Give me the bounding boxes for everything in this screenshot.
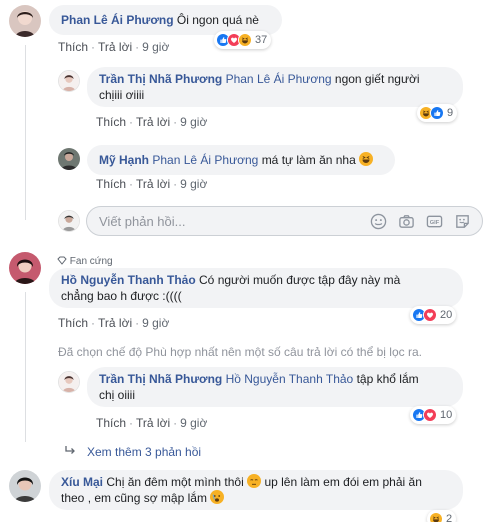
- reply-input-placeholder: Viết phản hồi...: [99, 214, 186, 229]
- haha-icon: [429, 512, 443, 522]
- like-link[interactable]: Thích: [96, 177, 126, 191]
- avatar[interactable]: [9, 470, 41, 502]
- emoji-icon[interactable]: [370, 213, 387, 230]
- avatar[interactable]: [58, 148, 80, 170]
- reply-link[interactable]: Trả lời: [98, 316, 132, 330]
- comment-author[interactable]: Trần Thị Nhã Phương: [99, 72, 222, 86]
- timestamp[interactable]: 9 giờ: [180, 177, 207, 191]
- reply-input[interactable]: Viết phản hồi... GIF: [86, 206, 483, 236]
- reaction-summary[interactable]: 10: [410, 406, 457, 424]
- like-link[interactable]: Thích: [58, 316, 88, 330]
- reply-link[interactable]: Trả lời: [98, 40, 132, 54]
- timestamp[interactable]: 9 giờ: [180, 416, 207, 430]
- timestamp[interactable]: 9 giờ: [180, 115, 207, 129]
- reaction-count: 2: [446, 513, 453, 522]
- filter-note: Đã chọn chế độ Phù hợp nhất nên một số c…: [58, 345, 422, 359]
- avatar[interactable]: [9, 5, 41, 37]
- comment-actions: Thích · Trả lời · 9 giờ: [58, 316, 170, 330]
- like-link[interactable]: Thích: [96, 115, 126, 129]
- mention-tag[interactable]: Phan Lê Ái Phương: [226, 72, 332, 86]
- mention-tag[interactable]: Phan Lê Ái Phương: [152, 153, 258, 167]
- comment-actions: Thích · Trả lời · 9 giờ: [96, 115, 208, 129]
- scared-emoji-icon: [210, 490, 225, 504]
- comment-author[interactable]: Hồ Nguyễn Thanh Thảo: [61, 273, 196, 287]
- comment-bubble: Mỹ Hạnh Phan Lê Ái Phương má tự làm ăn n…: [87, 145, 395, 175]
- love-icon: [423, 308, 437, 322]
- comment-text: Ôi ngon quá nè: [176, 13, 259, 27]
- comment-text: má tự làm ăn nha: [261, 153, 356, 167]
- reaction-count: 37: [255, 34, 268, 46]
- reply-link[interactable]: Trả lời: [136, 416, 170, 430]
- love-icon: [423, 408, 437, 422]
- reaction-summary[interactable]: 20: [410, 306, 457, 324]
- avatar[interactable]: [9, 252, 41, 284]
- haha-icon: [238, 33, 252, 47]
- timestamp[interactable]: 9 giờ: [142, 316, 169, 330]
- comment-text: chịiii ơiiii: [99, 88, 145, 102]
- reply-arrow-icon: [65, 446, 75, 454]
- comment-bubble: Trần Thị Nhã Phương Phan Lê Ái Phương ng…: [87, 67, 463, 107]
- thread-line: [25, 45, 26, 220]
- fan-badge-label: Fan cứng: [69, 256, 113, 267]
- comment-text: up lên làm em đói em phải ăn: [264, 475, 422, 489]
- reply-link[interactable]: Trả lời: [136, 115, 170, 129]
- gif-icon[interactable]: GIF: [426, 213, 443, 230]
- current-user-avatar: [58, 210, 80, 232]
- camera-icon[interactable]: [398, 213, 415, 230]
- timestamp[interactable]: 9 giờ: [142, 40, 169, 54]
- comment-bubble: Hồ Nguyễn Thanh Thảo Có người muốn được …: [49, 268, 463, 308]
- reaction-count: 10: [440, 409, 453, 421]
- comment-text: Có người muốn được tập đây này mà: [199, 273, 401, 287]
- comment-author[interactable]: Trần Thị Nhã Phương: [99, 372, 222, 386]
- comment-actions: Thích · Trả lời · 9 giờ: [96, 177, 208, 191]
- comment-text: chẳng bao h được :((((: [61, 289, 182, 303]
- mention-tag[interactable]: Hồ Nguyễn Thanh Thảo: [226, 372, 354, 386]
- avatar[interactable]: [58, 371, 80, 393]
- rofl-emoji-icon: [359, 152, 374, 166]
- comment-text: chị oiiii: [99, 388, 136, 402]
- comment-text: Chị ăn đêm một mình thôi: [106, 475, 244, 489]
- sticker-icon[interactable]: [454, 213, 471, 230]
- comment-text: tập khổ lắm: [356, 372, 419, 386]
- thread-line: [25, 292, 26, 442]
- like-link[interactable]: Thích: [96, 416, 126, 430]
- reaction-summary[interactable]: 9: [417, 104, 458, 122]
- comment-actions: Thích · Trả lời · 9 giờ: [58, 40, 170, 54]
- pensive-emoji-icon: [247, 474, 262, 488]
- reaction-summary[interactable]: 2: [427, 510, 457, 522]
- comment-author[interactable]: Mỹ Hạnh: [99, 153, 149, 167]
- like-icon: [430, 106, 444, 120]
- comment-author[interactable]: Phan Lê Ái Phương: [61, 13, 174, 27]
- see-more-replies-link[interactable]: Xem thêm 3 phản hồi: [87, 445, 201, 459]
- reply-link[interactable]: Trả lời: [136, 177, 170, 191]
- fan-badge: Fan cứng: [57, 256, 113, 267]
- reaction-summary[interactable]: 37: [214, 31, 272, 49]
- comment-author[interactable]: Xíu Mại: [61, 475, 103, 489]
- reaction-count: 20: [440, 309, 453, 321]
- svg-text:GIF: GIF: [430, 220, 440, 226]
- comment-actions: Thích · Trả lời · 9 giờ: [96, 416, 208, 430]
- like-link[interactable]: Thích: [58, 40, 88, 54]
- comment-text: ngon giết người: [334, 72, 420, 86]
- diamond-icon: [57, 256, 67, 265]
- comment-bubble: Trần Thị Nhã Phương Hồ Nguyễn Thanh Thảo…: [87, 367, 463, 407]
- comment-text: theo , em cũng sợ mập lắm: [61, 491, 207, 505]
- reaction-count: 9: [447, 107, 454, 119]
- comment-bubble: Xíu Mại Chị ăn đêm một mình thôi up lên …: [49, 470, 463, 510]
- avatar[interactable]: [58, 70, 80, 92]
